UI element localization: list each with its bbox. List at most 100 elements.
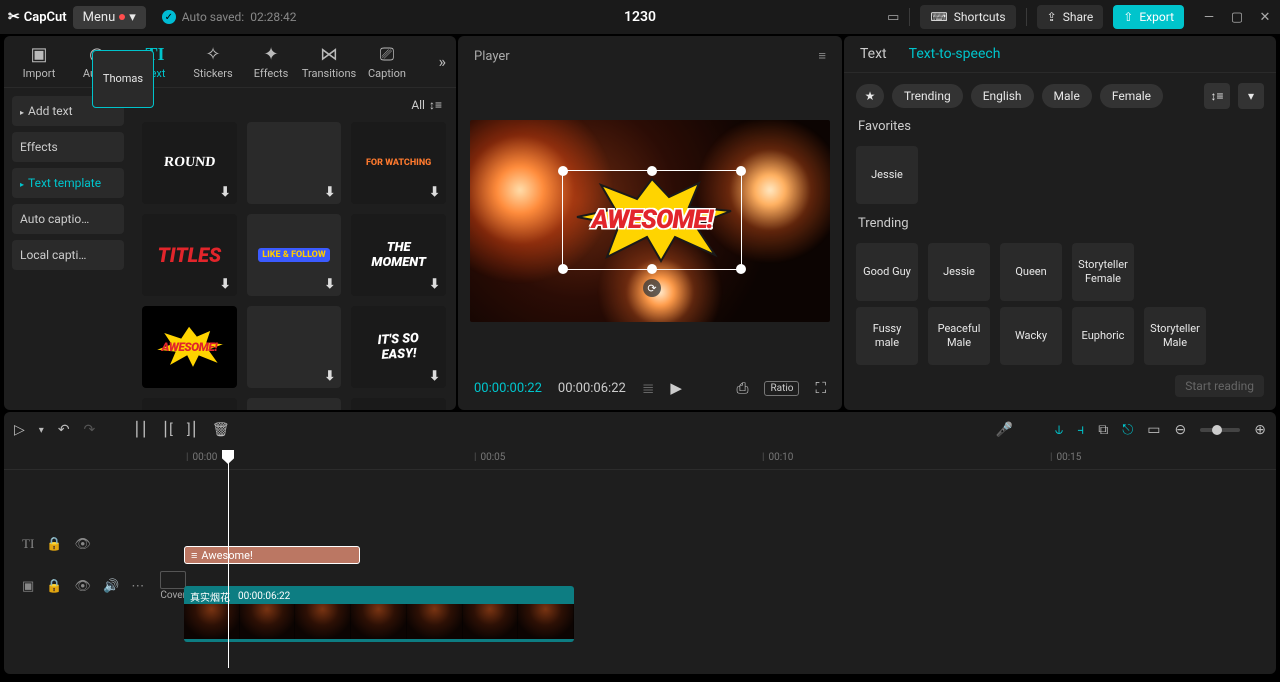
lock-icon[interactable]: 🔒: [46, 579, 62, 594]
tab-transitions[interactable]: ⋈Transitions: [304, 44, 354, 80]
align-icon[interactable]: ⫞: [1077, 422, 1084, 438]
download-icon[interactable]: ⬇: [429, 369, 440, 384]
lock-icon[interactable]: 🔒: [46, 537, 62, 552]
layout-icon[interactable]: ▭: [887, 10, 899, 25]
sort-icon[interactable]: ↕≡: [1204, 83, 1230, 109]
tab-text-to-speech[interactable]: Text-to-speech: [909, 46, 1001, 62]
minimize-button[interactable]: —: [1202, 10, 1216, 25]
voice-wacky[interactable]: Wacky: [1000, 307, 1062, 365]
magnet-icon[interactable]: ⎋: [1122, 422, 1133, 438]
tab-caption[interactable]: ⎚Caption: [362, 44, 412, 80]
download-icon[interactable]: ⬇: [324, 185, 335, 200]
nav-effects[interactable]: Effects: [12, 132, 124, 162]
voice-peaceful-male[interactable]: Peaceful Male: [928, 307, 990, 365]
voice-jessie[interactable]: Jessie: [856, 146, 918, 204]
visibility-icon[interactable]: 👁: [74, 579, 91, 594]
template-item[interactable]: 5 BEST: [142, 398, 237, 410]
template-item[interactable]: IT'S SO EASY!⬇: [351, 306, 446, 388]
selection-box[interactable]: AWESOME! ⟳: [562, 170, 742, 270]
chip-english[interactable]: English: [971, 84, 1034, 108]
split-tool[interactable]: ⎮⎮: [133, 422, 148, 438]
tab-import[interactable]: ▣Import: [14, 44, 64, 80]
voice-fussy-male[interactable]: Fussy male: [856, 307, 918, 365]
preview-icon[interactable]: ▭: [1147, 422, 1160, 438]
chip-female[interactable]: Female: [1100, 84, 1163, 108]
share-button[interactable]: ⇪ Share: [1037, 5, 1104, 29]
play-button[interactable]: ▶: [670, 379, 682, 397]
template-item[interactable]: ⬇: [247, 122, 342, 204]
resize-handle[interactable]: [647, 166, 657, 176]
rotate-handle[interactable]: ⟳: [643, 279, 661, 297]
shortcuts-button[interactable]: ⌨ Shortcuts: [920, 5, 1015, 29]
fullscreen-icon[interactable]: ⛶: [815, 379, 826, 397]
nav-auto-captions[interactable]: Auto captio…: [12, 204, 124, 234]
voice-storyteller-male[interactable]: Storyteller Male: [1144, 307, 1206, 365]
playhead[interactable]: [228, 452, 229, 668]
download-icon[interactable]: ⬇: [324, 369, 335, 384]
player-canvas[interactable]: AWESOME! ⟳: [470, 120, 830, 322]
mute-icon[interactable]: 🔊: [103, 579, 119, 594]
tab-effects[interactable]: ✦Effects: [246, 44, 296, 80]
voice-queen[interactable]: Queen: [1000, 243, 1062, 301]
text-clip[interactable]: ≡ Awesome!: [184, 546, 360, 564]
tab-text-props[interactable]: Text: [860, 46, 887, 62]
resize-handle[interactable]: [558, 166, 568, 176]
template-item[interactable]: [247, 398, 342, 410]
more-icon[interactable]: ⋯: [131, 579, 144, 594]
template-item[interactable]: ⬇: [247, 306, 342, 388]
redo-button[interactable]: ↷: [84, 422, 96, 438]
cover-button[interactable]: Cover: [160, 571, 186, 601]
start-reading-button[interactable]: Start reading: [1175, 375, 1264, 397]
tab-stickers[interactable]: ✧Stickers: [188, 44, 238, 80]
tabs-more-button[interactable]: »: [439, 52, 447, 71]
resize-handle[interactable]: [647, 264, 657, 274]
chip-male[interactable]: Male: [1042, 84, 1092, 108]
template-item[interactable]: THE MOMENT⬇: [351, 214, 446, 296]
resize-handle[interactable]: [558, 264, 568, 274]
list-icon[interactable]: ≣: [642, 379, 655, 397]
resize-handle[interactable]: [736, 166, 746, 176]
download-icon[interactable]: ⬇: [220, 185, 231, 200]
maximize-button[interactable]: ▢: [1230, 10, 1244, 25]
close-button[interactable]: ✕: [1258, 10, 1272, 25]
split-left-tool[interactable]: ⎮[: [162, 422, 173, 438]
project-title[interactable]: 1230: [624, 9, 656, 25]
timeline-ruler[interactable]: 00:00 00:05 00:10 00:15: [4, 448, 1276, 470]
download-icon[interactable]: ⬇: [220, 277, 231, 292]
voice-euphoric[interactable]: Euphoric: [1072, 307, 1134, 365]
template-item[interactable]: AWESOME!: [142, 306, 237, 388]
voice-storyteller-female[interactable]: Storyteller Female: [1072, 243, 1134, 301]
download-icon[interactable]: ⬇: [324, 277, 335, 292]
template-item[interactable]: TITLES⬇: [142, 214, 237, 296]
snap-icon[interactable]: ⫝: [1055, 422, 1063, 438]
zoom-in-icon[interactable]: ⊕: [1254, 422, 1266, 438]
voice-good-guy[interactable]: Good Guy: [856, 243, 918, 301]
template-item[interactable]: FOR WATCHING⬇: [351, 122, 446, 204]
menu-button[interactable]: Menu ▾: [73, 6, 146, 29]
mic-icon[interactable]: 🎤: [995, 422, 1012, 438]
download-icon[interactable]: ⬇: [429, 185, 440, 200]
video-clip[interactable]: 真实烟花 00:00:06:22: [184, 586, 574, 642]
filter-icon[interactable]: ↕≡: [429, 98, 442, 112]
timeline[interactable]: 00:00 00:05 00:10 00:15 TI 🔒 👁 ≡ Awesome…: [4, 448, 1276, 674]
capture-icon[interactable]: ⎙: [736, 379, 748, 397]
download-icon[interactable]: ⬇: [429, 277, 440, 292]
link-icon[interactable]: ⧉: [1098, 422, 1108, 438]
filter-all-label[interactable]: All: [411, 98, 425, 112]
chevron-down-icon[interactable]: ▾: [1238, 83, 1264, 109]
player-menu-icon[interactable]: ≡: [818, 48, 826, 64]
cursor-tool[interactable]: ▷: [14, 422, 25, 438]
cursor-dropdown[interactable]: ▾: [39, 425, 44, 436]
template-item[interactable]: GYM EQUIPMENT: [351, 398, 446, 410]
zoom-out-icon[interactable]: ⊖: [1175, 422, 1187, 438]
delete-button[interactable]: 🗑: [212, 422, 230, 438]
template-item[interactable]: LIKE & FOLLOW⬇: [247, 214, 342, 296]
chip-trending[interactable]: Trending: [892, 84, 963, 108]
zoom-slider[interactable]: [1200, 428, 1240, 432]
voice-jessie[interactable]: Jessie: [928, 243, 990, 301]
visibility-icon[interactable]: 👁: [74, 537, 91, 552]
template-item[interactable]: ROUND⬇: [142, 122, 237, 204]
zoom-knob[interactable]: [1212, 425, 1222, 435]
undo-button[interactable]: ↶: [58, 422, 70, 438]
split-right-tool[interactable]: ]⎮: [187, 422, 198, 438]
